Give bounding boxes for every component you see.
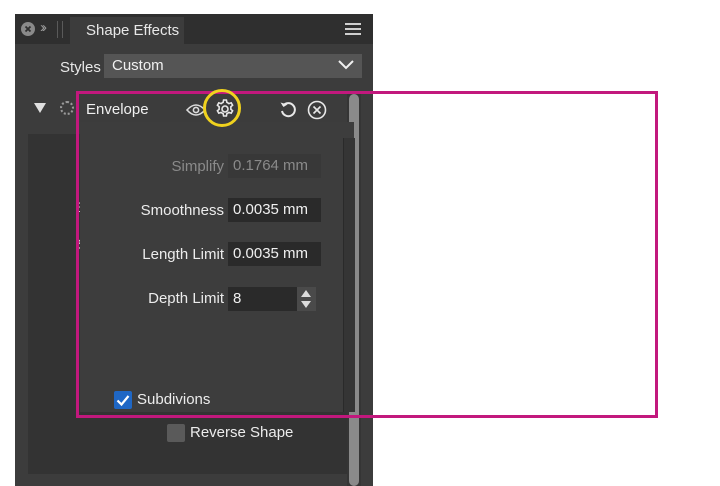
close-icon[interactable] xyxy=(21,22,35,36)
effect-icon xyxy=(60,101,74,115)
reverse-shape-label[interactable]: Reverse Shape xyxy=(190,424,293,441)
hamburger-menu-icon[interactable] xyxy=(345,23,361,36)
tab-shape-effects[interactable]: Shape Effects xyxy=(70,17,184,44)
divider xyxy=(57,21,58,38)
disclosure-triangle-icon[interactable] xyxy=(34,103,46,113)
expand-chevrons-icon[interactable]: ›› xyxy=(40,19,47,36)
styles-dropdown-value: Custom xyxy=(112,57,164,74)
annotation-highlight-circle xyxy=(203,89,241,127)
annotation-highlight-rect xyxy=(76,91,658,418)
chevron-down-icon xyxy=(338,60,354,70)
styles-label: Styles xyxy=(60,59,101,76)
reverse-shape-checkbox[interactable] xyxy=(167,424,185,442)
panel-titlebar: ›› Shape Effects xyxy=(15,14,373,44)
divider xyxy=(62,21,63,38)
styles-dropdown[interactable]: Custom xyxy=(104,54,362,78)
tab-label: Shape Effects xyxy=(86,22,180,39)
